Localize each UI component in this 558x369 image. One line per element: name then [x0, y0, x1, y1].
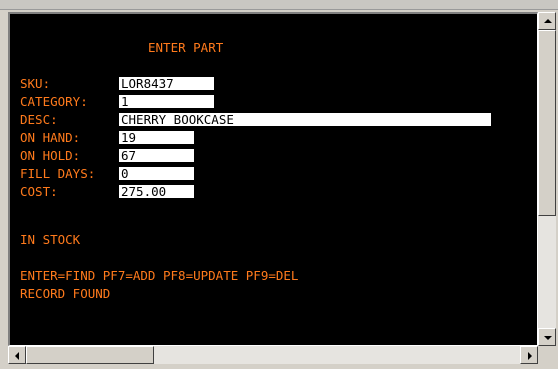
fill-days-field[interactable]: 0	[119, 167, 194, 180]
vertical-scroll-thumb[interactable]	[538, 30, 556, 216]
vertical-scrollbar[interactable]	[538, 12, 556, 346]
arrow-up-icon	[544, 19, 552, 23]
cost-label: COST:	[20, 184, 58, 199]
scrollbar-corner	[538, 346, 556, 364]
on-hand-field[interactable]: 19	[119, 131, 194, 144]
terminal-screen[interactable]: ENTER PART SKU: CATEGORY: DESC: ON HAND:…	[8, 12, 538, 346]
horizontal-scroll-thumb[interactable]	[26, 346, 154, 364]
on-hold-label: ON HOLD:	[20, 148, 81, 163]
terminal-window: ENTER PART SKU: CATEGORY: DESC: ON HAND:…	[0, 0, 558, 369]
arrow-left-icon	[15, 352, 19, 360]
scroll-right-button[interactable]	[520, 346, 538, 364]
screen-title: ENTER PART	[148, 40, 224, 55]
on-hold-field[interactable]: 67	[119, 149, 194, 162]
horizontal-scrollbar[interactable]	[8, 346, 538, 364]
arrow-right-icon	[528, 352, 532, 360]
stock-status: IN STOCK	[20, 232, 81, 247]
fill-days-label: FILL DAYS:	[20, 166, 96, 181]
function-keys-hint: ENTER=FIND PF7=ADD PF8=UPDATE PF9=DEL	[20, 268, 299, 283]
desc-field[interactable]: CHERRY BOOKCASE	[119, 113, 491, 126]
scroll-down-button[interactable]	[538, 328, 556, 346]
scroll-up-button[interactable]	[538, 12, 556, 30]
category-field[interactable]: 1	[119, 95, 214, 108]
scroll-left-button[interactable]	[8, 346, 26, 364]
sku-field[interactable]: LOR8437	[119, 77, 214, 90]
category-label: CATEGORY:	[20, 94, 88, 109]
on-hand-label: ON HAND:	[20, 130, 81, 145]
desc-label: DESC:	[20, 112, 58, 127]
cost-field[interactable]: 275.00	[119, 185, 194, 198]
arrow-down-icon	[544, 336, 552, 340]
sku-label: SKU:	[20, 76, 51, 91]
status-message: RECORD FOUND	[20, 286, 111, 301]
window-top-edge	[0, 0, 558, 10]
